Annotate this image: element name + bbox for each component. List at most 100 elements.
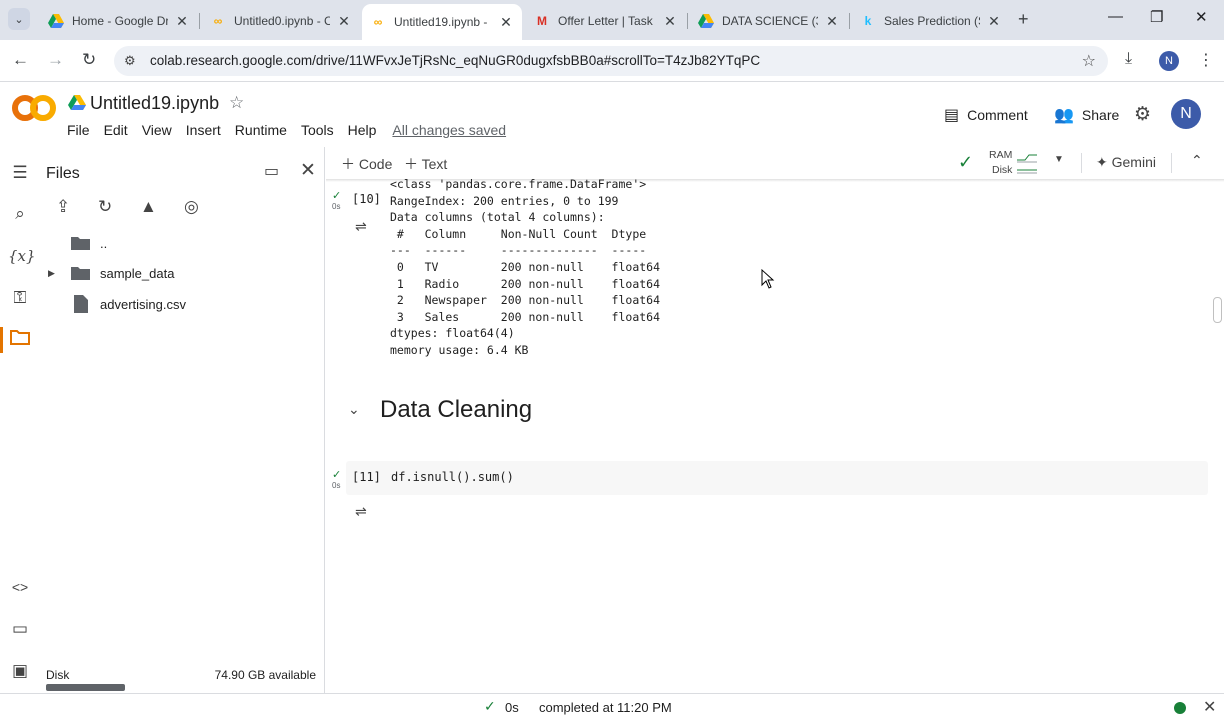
menu-tools[interactable]: Tools (301, 122, 334, 138)
tree-item-label: sample_data (100, 265, 175, 281)
section-collapse-chevron-icon[interactable]: ⌄ (348, 401, 360, 418)
scrollbar-thumb[interactable] (1213, 297, 1222, 323)
status-exec-time: 0s (505, 700, 519, 715)
output-line: 2 Newspaper 200 non-null float64 (390, 293, 661, 308)
add-text-button[interactable]: ＋ Text (404, 154, 447, 174)
caret-right-icon[interactable]: ▶ (48, 268, 60, 279)
folder-open-icon (70, 234, 92, 252)
menu-file[interactable]: File (67, 122, 90, 138)
terminal-icon[interactable]: ▣ (8, 659, 32, 683)
more-vert-icon[interactable]: ⋮ (1198, 50, 1214, 70)
site-info-icon[interactable]: ⚙ (124, 53, 136, 69)
runtime-status-dot[interactable] (1174, 702, 1186, 714)
open-in-tab-icon[interactable]: ▭ (264, 161, 279, 181)
google-drive-icon[interactable] (68, 95, 86, 111)
upload-file-icon[interactable]: ⇪ (56, 197, 70, 217)
disk-available: 74.90 GB available (214, 668, 316, 682)
code-snippets-icon[interactable]: <> (8, 575, 32, 599)
close-icon[interactable]: ✕ (824, 13, 840, 30)
output-line: 1 Radio 200 non-null float64 (390, 276, 661, 291)
browser-profile-avatar[interactable]: N (1159, 51, 1179, 71)
cell-exec-count[interactable]: [11] (352, 470, 381, 484)
menu-help[interactable]: Help (348, 122, 377, 138)
close-icon[interactable]: ✕ (662, 13, 678, 30)
notebook-title[interactable]: Untitled19.ipynb (90, 93, 219, 114)
minimize-icon[interactable]: — (1108, 8, 1123, 25)
mouse-cursor-icon (761, 269, 775, 289)
save-status[interactable]: All changes saved (392, 122, 506, 138)
close-icon[interactable]: ✕ (300, 159, 316, 182)
status-bar: ✓ 0s completed at 11:20 PM ✕ (0, 693, 1224, 720)
disk-label: Disk (46, 668, 70, 682)
browser-tab-2-active[interactable]: ∞ Untitled19.ipynb - ✕ (362, 4, 522, 40)
folder-icon (70, 264, 92, 282)
settings-gear-icon[interactable]: ⚙ (1134, 103, 1151, 126)
address-bar[interactable]: ⚙ colab.research.google.com/drive/11WFvx… (114, 46, 1108, 76)
menu-runtime[interactable]: Runtime (235, 122, 287, 138)
code-editor[interactable]: df.isnull().sum() (391, 470, 514, 484)
variables-icon[interactable]: {x} (8, 244, 36, 268)
tab-search-button[interactable]: ⌄ (8, 8, 30, 30)
output-actions-icon[interactable]: ⇌ (355, 218, 377, 236)
url-text[interactable]: colab.research.google.com/drive/11WFvxJe… (150, 53, 760, 68)
restore-icon[interactable]: ❐ (1150, 8, 1163, 26)
output-line: memory usage: 6.4 KB (390, 342, 529, 357)
menu-view[interactable]: View (142, 122, 172, 138)
status-text[interactable]: completed at 11:20 PM (539, 700, 672, 715)
reload-icon[interactable]: ↻ (82, 50, 96, 70)
back-arrow-icon[interactable]: ← (12, 50, 29, 70)
forward-arrow-icon[interactable]: → (47, 50, 64, 70)
comment-button[interactable]: ▤ Comment (944, 105, 1028, 125)
browser-tab-5[interactable]: k Sales Prediction (S ✕ (852, 6, 1010, 36)
secrets-key-icon[interactable]: ⚿ (8, 286, 32, 310)
tree-item-parent[interactable]: .. (48, 231, 107, 255)
cell-exec-count[interactable]: [10] (352, 192, 381, 206)
notebook-toolbar: ＋ Code ＋ Text (326, 147, 1224, 179)
browser-tab-1[interactable]: ∞ Untitled0.ipynb - C ✕ (202, 6, 360, 36)
browser-tab-4[interactable]: DATA SCIENCE (3). ✕ (690, 6, 848, 36)
hide-files-icon[interactable]: ◎ (184, 197, 199, 217)
browser-tab-0[interactable]: Home - Google Dr ✕ (40, 6, 198, 36)
browser-tab-3[interactable]: M Offer Letter | Task ✕ (526, 6, 686, 36)
output-line: <class 'pandas.core.frame.DataFrame'> (390, 177, 647, 191)
active-indicator (0, 327, 3, 353)
gmail-icon: M (537, 14, 547, 28)
ram-label: RAM (989, 149, 1013, 161)
close-icon[interactable]: ✕ (174, 13, 190, 30)
new-tab-button[interactable]: + (1018, 9, 1029, 30)
output-actions-icon[interactable]: ⇌ (355, 503, 377, 521)
tab-title: Home - Google Dr (72, 14, 168, 28)
add-code-button[interactable]: ＋ Code (341, 154, 392, 174)
command-palette-icon[interactable]: ▭ (8, 617, 32, 641)
gemini-button[interactable]: ✦ Gemini (1096, 154, 1156, 171)
account-avatar[interactable]: N (1171, 99, 1201, 129)
colab-logo-icon[interactable] (12, 93, 56, 123)
menu-insert[interactable]: Insert (186, 122, 221, 138)
disk-usage-bar (46, 684, 125, 691)
table-of-contents-icon[interactable]: ☰ (8, 161, 32, 185)
disk-usage-label: Disk (992, 164, 1013, 176)
section-title[interactable]: Data Cleaning (380, 396, 532, 424)
star-icon[interactable]: ☆ (229, 93, 244, 113)
close-icon[interactable]: ✕ (986, 13, 1002, 30)
menu-edit[interactable]: Edit (104, 122, 128, 138)
divider (1171, 153, 1172, 173)
bookmark-star-icon[interactable]: ☆ (1082, 51, 1096, 71)
caret-down-icon[interactable]: ▼ (1054, 154, 1064, 165)
chevron-down-icon: ⌄ (14, 13, 24, 26)
close-icon[interactable]: ✕ (498, 14, 514, 31)
tree-item-sample-data[interactable]: ▶ sample_data (48, 261, 174, 285)
mount-drive-icon[interactable]: ▲ (140, 197, 157, 217)
folder-icon[interactable] (8, 328, 32, 352)
search-icon[interactable]: ⌕ (8, 202, 32, 226)
share-button[interactable]: 👥 Share (1054, 105, 1119, 125)
refresh-icon[interactable]: ↻ (98, 197, 112, 217)
tree-item-advertising-csv[interactable]: advertising.csv (48, 292, 186, 316)
tab-separator (199, 13, 200, 29)
window-close-icon[interactable]: ✕ (1195, 8, 1208, 26)
chevron-up-icon[interactable]: ⌃ (1191, 152, 1203, 169)
tab-title: Untitled19.ipynb - (394, 15, 488, 29)
close-icon[interactable]: ✕ (336, 13, 352, 30)
download-icon[interactable]: ⤓ (1125, 50, 1132, 68)
close-icon[interactable]: ✕ (1203, 697, 1216, 717)
